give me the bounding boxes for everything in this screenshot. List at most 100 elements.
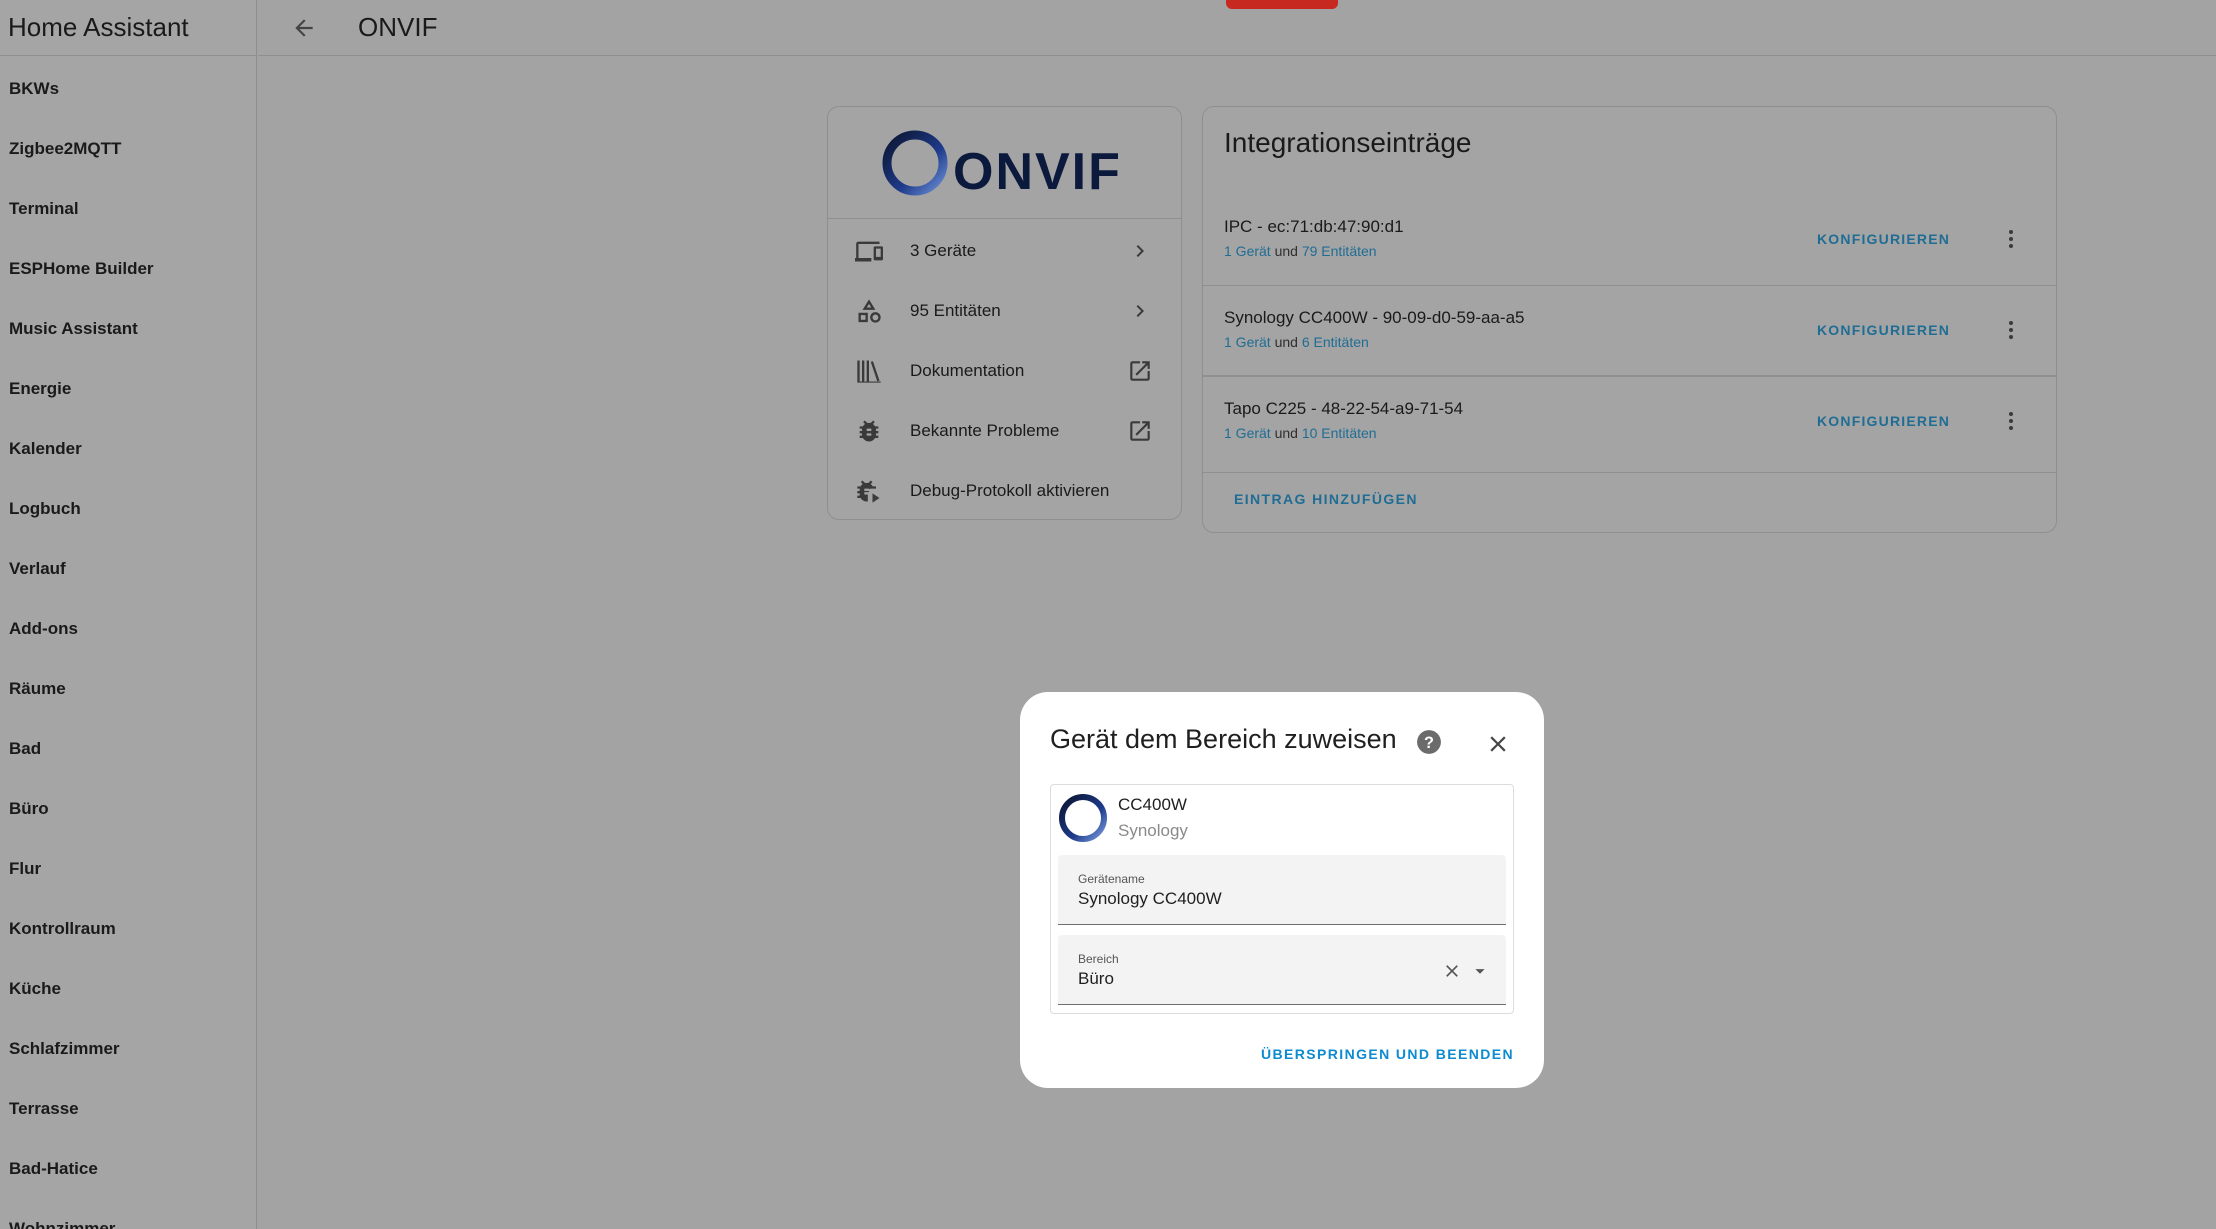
close-button[interactable] <box>1482 728 1514 760</box>
sidebar-item-terminal[interactable]: Terminal <box>0 179 256 239</box>
sidebar-item-logbuch[interactable]: Logbuch <box>0 479 256 539</box>
debug-log-row[interactable]: Debug-Protokoll aktivieren <box>828 461 1181 521</box>
dots-vertical-icon <box>2009 230 2013 248</box>
entry-devices-link[interactable]: 1 Gerät <box>1224 334 1271 350</box>
sidebar-item-zigbee2mqtt[interactable]: Zigbee2MQTT <box>0 119 256 179</box>
onvif-logo: ONVIF <box>828 107 1181 219</box>
documentation-row[interactable]: Dokumentation <box>828 341 1181 401</box>
sidebar-item-wohnzimmer[interactable]: Wohnzimmer <box>0 1199 256 1229</box>
entities-row[interactable]: 95 Entitäten <box>828 281 1181 341</box>
dots-vertical-icon <box>2009 412 2013 430</box>
configure-button[interactable]: KONFIGURIEREN <box>1813 407 1954 435</box>
entry-devices-link[interactable]: 1 Gerät <box>1224 243 1271 259</box>
configure-button[interactable]: KONFIGURIEREN <box>1813 316 1954 344</box>
sidebar-item-buero[interactable]: Büro <box>0 779 256 839</box>
open-in-new-icon <box>1125 416 1155 446</box>
add-entry-button[interactable]: EINTRAG HINZUFÜGEN <box>1234 491 1418 507</box>
device-name-field[interactable]: Gerätename <box>1058 855 1506 925</box>
entry-entities-link[interactable]: 10 Entitäten <box>1302 425 1377 441</box>
device-summary: CC400W Synology Gerätename Bereich Büro <box>1050 784 1514 1014</box>
sidebar-item-kueche[interactable]: Küche <box>0 959 256 1019</box>
back-button[interactable] <box>280 4 328 52</box>
entry-entities-link[interactable]: 79 Entitäten <box>1302 243 1377 259</box>
documentation-label: Dokumentation <box>910 361 1025 380</box>
open-in-new-icon <box>1125 356 1155 386</box>
devices-row[interactable]: 3 Geräte <box>828 221 1181 281</box>
area-value: Büro <box>1078 969 1114 988</box>
clear-area-button[interactable] <box>1441 960 1463 982</box>
sidebar-item-flur[interactable]: Flur <box>0 839 256 899</box>
entry-and-text: und <box>1274 243 1298 259</box>
entry-entities-link[interactable]: 6 Entitäten <box>1302 334 1369 350</box>
integration-entries-card: Integrationseinträge IPC - ec:71:db:47:9… <box>1202 106 2057 533</box>
dots-vertical-icon <box>2009 321 2013 339</box>
sidebar-item-kalender[interactable]: Kalender <box>0 419 256 479</box>
area-select[interactable]: Bereich Büro <box>1058 935 1506 1005</box>
overflow-menu-button[interactable] <box>1993 221 2029 257</box>
entry-row: Tapo C225 - 48-22-54-a9-71-54 1 Gerät un… <box>1203 377 2056 473</box>
debug-log-label: Debug-Protokoll aktivieren <box>910 481 1110 500</box>
entry-and-text: und <box>1274 334 1298 350</box>
entry-name: IPC - ec:71:db:47:90:d1 <box>1224 217 1404 236</box>
help-icon[interactable]: ? <box>1416 729 1442 755</box>
device-name-input[interactable] <box>1078 889 1478 909</box>
devices-label: 3 Geräte <box>910 241 977 260</box>
sidebar-item-raeume[interactable]: Räume <box>0 659 256 719</box>
chevron-right-icon <box>1125 236 1155 266</box>
area-dropdown-button[interactable] <box>1469 960 1491 982</box>
known-issues-row[interactable]: Bekannte Probleme <box>828 401 1181 461</box>
devices-icon <box>854 236 884 266</box>
menu-down-icon <box>1475 969 1485 974</box>
svg-text:ONVIF: ONVIF <box>953 143 1122 201</box>
page-title: ONVIF <box>358 12 438 42</box>
device-manufacturer: Synology <box>1118 821 1188 840</box>
sidebar-item-add-ons[interactable]: Add-ons <box>0 599 256 659</box>
entry-summary: 1 Gerät und 6 Entitäten <box>1224 334 1369 350</box>
sidebar-item-energie[interactable]: Energie <box>0 359 256 419</box>
sidebar-item-verlauf[interactable]: Verlauf <box>0 539 256 599</box>
sidebar-item-kontrollraum[interactable]: Kontrollraum <box>0 899 256 959</box>
skip-and-finish-button[interactable]: ÜBERSPRINGEN UND BEENDEN <box>1261 1046 1514 1062</box>
notification-tab[interactable] <box>1226 0 1338 9</box>
sidebar-item-esphome-builder[interactable]: ESPHome Builder <box>0 239 256 299</box>
sidebar-list: BKWs Zigbee2MQTT Terminal ESPHome Builde… <box>0 56 256 1229</box>
bug-icon <box>854 416 884 446</box>
entry-row: Synology CC400W - 90-09-d0-59-aa-a5 1 Ge… <box>1203 286 2056 377</box>
sidebar-item-bad-hatice[interactable]: Bad-Hatice <box>0 1139 256 1199</box>
configure-button[interactable]: KONFIGURIEREN <box>1813 225 1954 253</box>
known-issues-label: Bekannte Probleme <box>910 421 1060 440</box>
device-logo-icon <box>1059 794 1107 842</box>
entry-row: IPC - ec:71:db:47:90:d1 1 Gerät und 79 E… <box>1203 195 2056 286</box>
sidebar-item-bad[interactable]: Bad <box>0 719 256 779</box>
sidebar-item-music-assistant[interactable]: Music Assistant <box>0 299 256 359</box>
integration-info-card: ONVIF 3 Geräte 95 Entitäten Dokumentatio… <box>827 106 1182 520</box>
dialog-title: Gerät dem Bereich zuweisen <box>1050 724 1397 754</box>
entry-devices-link[interactable]: 1 Gerät <box>1224 425 1271 441</box>
shapes-icon <box>854 296 884 326</box>
close-icon <box>1490 736 1506 752</box>
arrow-left-icon <box>295 18 313 37</box>
device-name-label: Gerätename <box>1078 872 1145 886</box>
entries-title: Integrationseinträge <box>1224 127 1472 158</box>
area-label: Bereich <box>1078 952 1119 966</box>
overflow-menu-button[interactable] <box>1993 403 2029 439</box>
sidebar-item-schlafzimmer[interactable]: Schlafzimmer <box>0 1019 256 1079</box>
close-icon <box>1446 965 1458 977</box>
chevron-right-icon <box>1125 296 1155 326</box>
assign-area-dialog: Gerät dem Bereich zuweisen ? CC400W Syno… <box>1020 692 1544 1088</box>
entry-summary: 1 Gerät und 10 Entitäten <box>1224 425 1377 441</box>
sidebar-title: Home Assistant <box>0 0 256 56</box>
entry-and-text: und <box>1274 425 1298 441</box>
sidebar: Home Assistant BKWs Zigbee2MQTT Terminal… <box>0 0 257 1229</box>
entry-name: Synology CC400W - 90-09-d0-59-aa-a5 <box>1224 308 1525 327</box>
bug-play-icon <box>854 476 884 506</box>
device-model: CC400W <box>1118 795 1187 814</box>
sidebar-item-terrasse[interactable]: Terrasse <box>0 1079 256 1139</box>
entry-summary: 1 Gerät und 79 Entitäten <box>1224 243 1377 259</box>
svg-text:?: ? <box>1424 734 1434 752</box>
entry-name: Tapo C225 - 48-22-54-a9-71-54 <box>1224 399 1464 418</box>
onvif-logo-icon: ONVIF <box>882 130 1122 201</box>
sidebar-item-bkws[interactable]: BKWs <box>0 59 256 119</box>
overflow-menu-button[interactable] <box>1993 312 2029 348</box>
book-icon <box>854 356 884 386</box>
